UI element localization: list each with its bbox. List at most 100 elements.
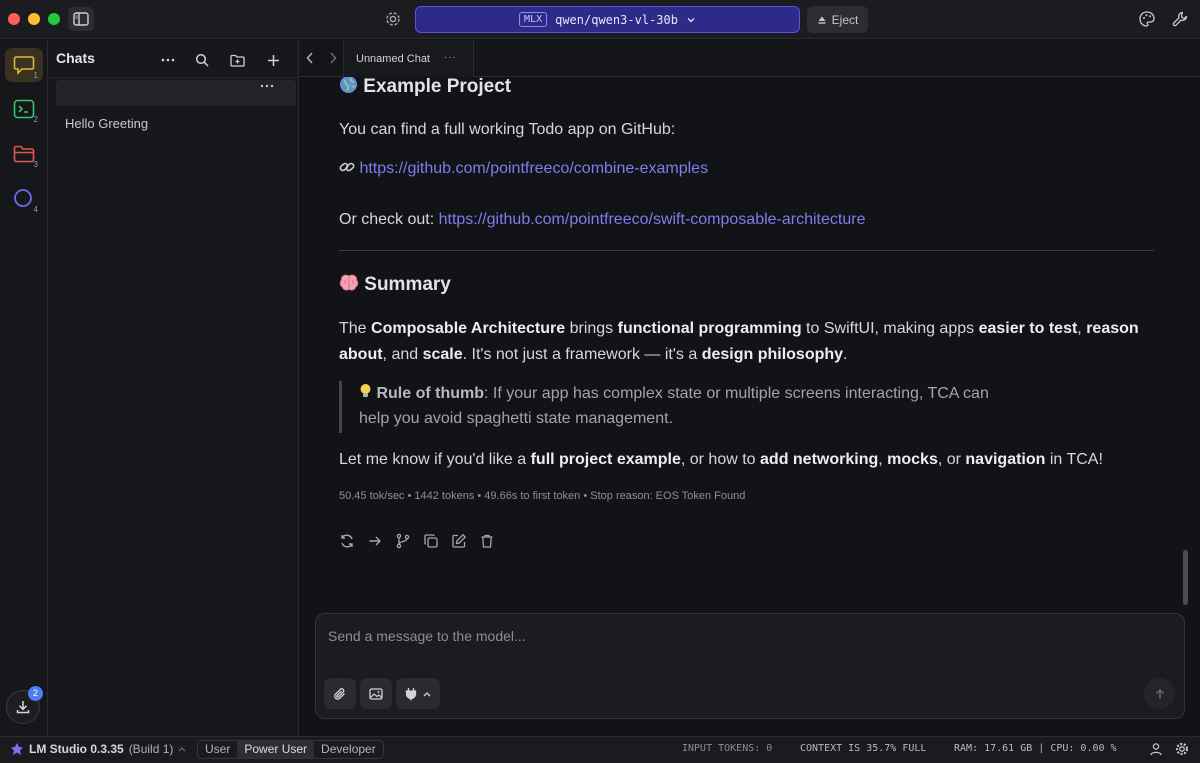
- plus-icon: [267, 54, 279, 66]
- lm-studio-logo-icon: [11, 743, 23, 755]
- attach-file-button[interactable]: [324, 678, 356, 709]
- download-icon: [16, 701, 30, 714]
- forward-chevron-icon[interactable]: [328, 51, 338, 65]
- summary-paragraph: The Composable Architecture brings funct…: [339, 320, 1139, 337]
- search-circle-icon: [14, 189, 32, 207]
- user-icon[interactable]: [1149, 742, 1163, 756]
- close-window-button[interactable]: [8, 13, 20, 25]
- chat-icon: [13, 56, 35, 75]
- download-count-badge: 2: [28, 686, 43, 701]
- copy-icon[interactable]: [423, 533, 439, 549]
- edit-icon[interactable]: [451, 533, 467, 549]
- image-icon: [369, 687, 383, 700]
- continue-arrow-icon[interactable]: [367, 533, 383, 549]
- rail-chat-number: 1: [33, 71, 38, 80]
- checkout-line: Or check out: https://github.com/pointfr…: [339, 211, 866, 228]
- rail-developer-button[interactable]: 2: [5, 92, 43, 126]
- mode-developer[interactable]: Developer: [314, 741, 383, 758]
- model-settings-button[interactable]: [384, 10, 404, 30]
- mode-switcher: User Power User Developer: [197, 740, 384, 759]
- mode-user[interactable]: User: [198, 741, 237, 758]
- branch-icon[interactable]: [395, 533, 411, 549]
- chats-panel: Chats Hello Greeting: [48, 40, 299, 736]
- link-icon: [339, 160, 355, 174]
- send-button[interactable]: [1144, 678, 1175, 709]
- regenerate-icon[interactable]: [339, 533, 355, 549]
- more-horizontal-icon: [161, 58, 175, 62]
- github-link-combine-examples[interactable]: https://github.com/pointfreeco/combine-e…: [359, 160, 708, 177]
- palette-icon: [1139, 11, 1155, 27]
- chat-row-more-button[interactable]: [260, 84, 274, 88]
- more-horizontal-icon: [260, 84, 274, 88]
- chats-more-button[interactable]: [159, 51, 177, 69]
- chats-title: Chats: [56, 50, 95, 66]
- app-version: LM Studio 0.3.35 (Build 1): [10, 742, 186, 756]
- tab-menu-button[interactable]: ···: [444, 52, 457, 63]
- back-chevron-icon[interactable]: [305, 51, 315, 65]
- input-tokens-readout: INPUT TOKENS: 0: [682, 743, 773, 754]
- summary-paragraph-line-2: about, and scale. It's not just a framew…: [339, 346, 848, 363]
- globe-icon: [339, 77, 358, 94]
- trash-icon[interactable]: [479, 533, 495, 549]
- folder-plus-icon: [229, 54, 245, 67]
- example-text: You can find a full working Todo app on …: [339, 121, 676, 138]
- resource-readout: RAM: 17.61 GB | CPU: 0.00 %: [954, 743, 1117, 754]
- search-chats-button[interactable]: [193, 51, 211, 69]
- developer-tools-button[interactable]: [1171, 10, 1189, 28]
- rail-discover-number: 4: [33, 205, 38, 214]
- new-folder-button[interactable]: [228, 51, 246, 69]
- chat-list-item[interactable]: Hello Greeting: [65, 116, 148, 131]
- paperclip-icon: [334, 687, 345, 700]
- zoom-window-button[interactable]: [48, 13, 60, 25]
- lightbulb-icon: [359, 383, 372, 399]
- minimize-window-button[interactable]: [28, 13, 40, 25]
- eject-label: Eject: [831, 12, 859, 27]
- attach-image-button[interactable]: [360, 678, 392, 709]
- mode-power-user[interactable]: Power User: [237, 741, 315, 758]
- search-icon: [195, 53, 209, 67]
- theme-button[interactable]: [1138, 10, 1156, 28]
- divider: [48, 77, 299, 78]
- message-actions: [339, 533, 495, 549]
- gear-icon[interactable]: [1175, 742, 1189, 756]
- rail-models-button[interactable]: 3: [5, 137, 43, 171]
- message-input[interactable]: Send a message to the model...: [328, 628, 526, 644]
- rail-discover-button[interactable]: 4: [5, 182, 43, 216]
- status-bar: LM Studio 0.3.35 (Build 1) User Power Us…: [0, 736, 1200, 763]
- tab-unnamed-chat[interactable]: Unnamed Chat ···: [343, 40, 474, 77]
- integrations-button[interactable]: [396, 678, 440, 709]
- generation-stats: 50.45 tok/sec • 1442 tokens • 49.66s to …: [339, 490, 746, 502]
- chevron-up-icon: [423, 691, 431, 696]
- model-format-badge: MLX: [519, 12, 548, 27]
- tab-label: Unnamed Chat: [356, 52, 430, 65]
- plug-icon: [405, 687, 417, 700]
- scrollbar-thumb[interactable]: [1183, 550, 1188, 605]
- model-name: qwen/qwen3-vl-30b: [555, 12, 678, 27]
- folder-icon: [13, 145, 35, 163]
- model-selector[interactable]: MLX qwen/qwen3-vl-30b: [415, 6, 800, 33]
- chevron-down-icon: [687, 17, 695, 22]
- sidebar-icon: [73, 12, 89, 26]
- summary-heading: Summary: [339, 274, 451, 296]
- divider: [339, 250, 1154, 251]
- rail-chat-button[interactable]: 1: [5, 48, 43, 82]
- eject-button[interactable]: Eject: [807, 6, 868, 33]
- chevron-up-icon: [178, 747, 186, 752]
- gear-icon: [386, 12, 400, 26]
- context-readout: CONTEXT IS 35.7% FULL: [800, 743, 927, 754]
- rule-of-thumb-quote: Rule of thumb: If your app has complex s…: [339, 381, 1039, 433]
- terminal-icon: [13, 99, 35, 119]
- chat-message-area: Example Project You can find a full work…: [299, 77, 1200, 612]
- sidebar-toggle-button[interactable]: [68, 7, 94, 31]
- example-heading: Example Project: [339, 77, 511, 98]
- eject-icon: [818, 16, 826, 24]
- github-link-tca[interactable]: https://github.com/pointfreeco/swift-com…: [439, 211, 866, 228]
- closing-paragraph: Let me know if you'd like a full project…: [339, 451, 1103, 468]
- message-composer: Send a message to the model...: [315, 613, 1185, 719]
- rail-models-number: 3: [33, 160, 38, 169]
- new-chat-button[interactable]: [264, 51, 282, 69]
- link-line-1: https://github.com/pointfreeco/combine-e…: [339, 156, 708, 182]
- left-rail: 1 2 3 4 2: [0, 40, 48, 736]
- tab-bar: Unnamed Chat ···: [299, 40, 1200, 77]
- wrench-icon: [1172, 11, 1188, 27]
